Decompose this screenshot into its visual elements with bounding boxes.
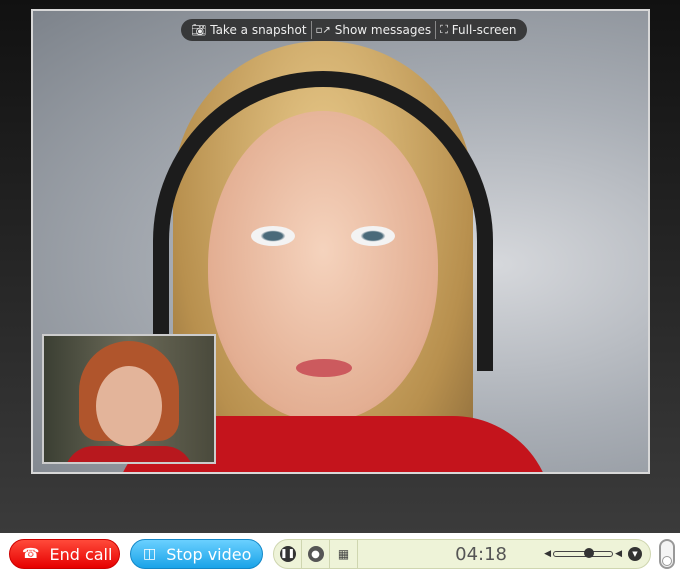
volume-slider[interactable] [553,548,614,558]
video-off-icon: ◫ [143,546,157,562]
call-control-bar: ☎ End call ◫ Stop video ❚❚ ● ▦ 04:18 ◀ ◀ ▼ [0,533,680,575]
compact-toggle[interactable] [659,539,675,569]
restore-window-icon: ▫↗ [315,24,331,36]
dialpad-button[interactable]: ▦ [330,540,358,568]
self-view-video [42,334,216,464]
call-stage: 📷︎ Take a snapshot ▫↗ Show messages ⛶ Full-… [0,0,680,533]
fullscreen-button[interactable]: ⛶ Full-screen [436,23,520,37]
toggle-knob [662,556,672,566]
hold-button[interactable]: ❚❚ [274,540,302,568]
microphone-icon: ● [307,546,324,562]
fullscreen-icon: ⛶ [440,23,448,36]
chevron-down-icon: ▼ [632,550,638,558]
video-overlay-toolbar: 📷︎ Take a snapshot ▫↗ Show messages ⛶ Full-… [181,19,527,41]
call-controls: ❚❚ ● ▦ 04:18 ◀ ◀ ▼ [273,539,651,569]
volume-control: ◀ ◀ [544,548,622,559]
camera-icon: 📷︎ [191,23,207,37]
dialpad-icon: ▦ [337,547,350,561]
pause-icon: ❚❚ [279,546,296,562]
end-call-button[interactable]: ☎ End call [9,539,120,569]
phone-hangup-icon: ☎ [22,546,40,562]
volume-knob[interactable] [584,548,595,558]
speaker-low-icon: ◀ [544,549,552,559]
stop-video-button[interactable]: ◫ Stop video [130,539,263,569]
remote-video: 📷︎ Take a snapshot ▫↗ Show messages ⛶ Full-… [31,9,650,474]
speaker-high-icon: ◀ [615,549,622,559]
call-timer: 04:18 [455,543,508,565]
mute-button[interactable]: ● [302,540,330,568]
show-messages-button[interactable]: ▫↗ Show messages [312,23,436,37]
options-dropdown-button[interactable]: ▼ [628,547,642,561]
snapshot-button[interactable]: 📷︎ Take a snapshot [187,23,311,37]
